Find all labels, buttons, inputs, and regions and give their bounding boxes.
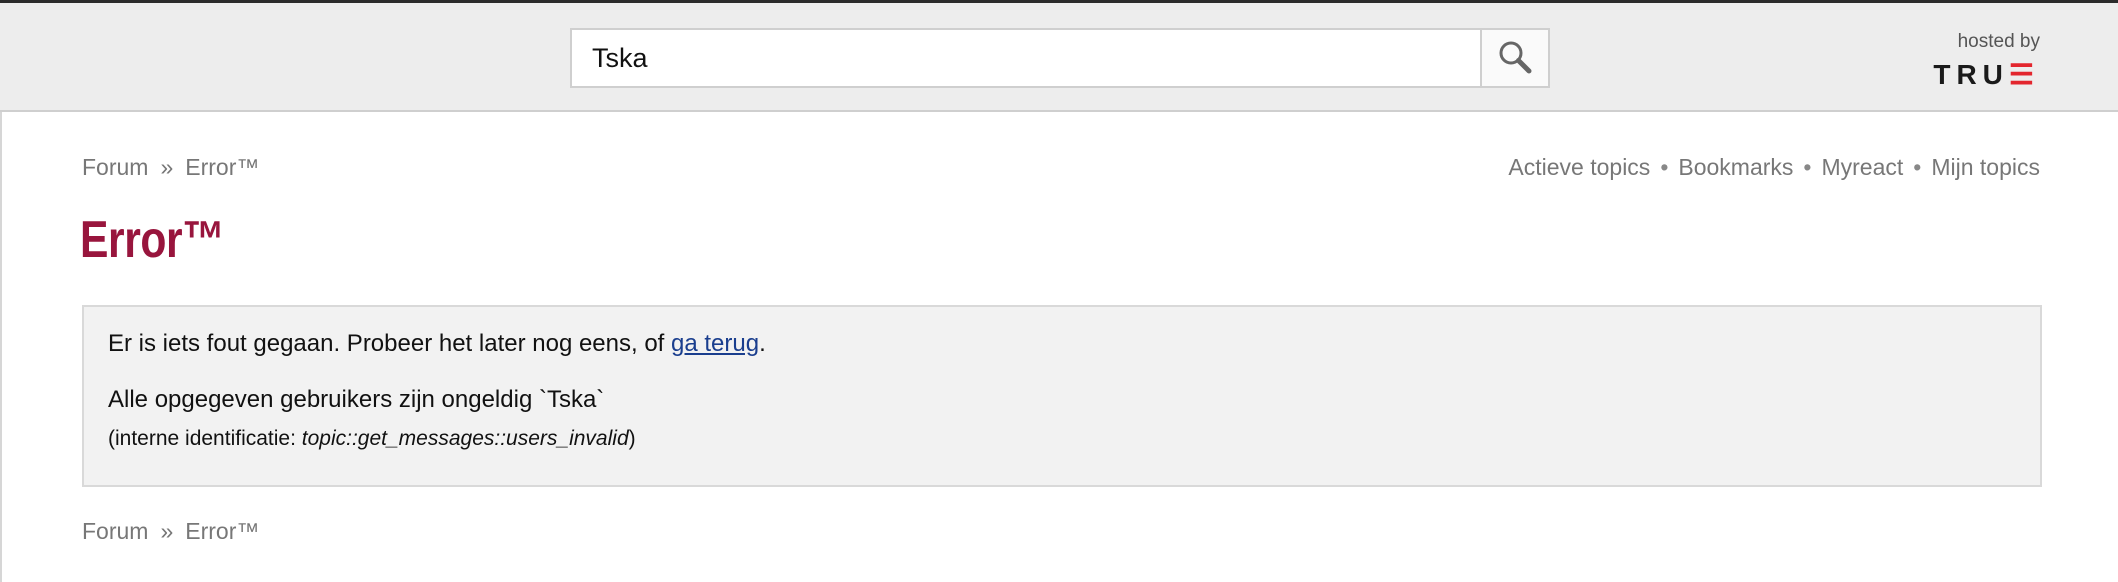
error-message-box: Er is iets fout gegaan. Probeer het late…: [82, 305, 2042, 487]
search-form: [570, 28, 1550, 88]
top-bar: hosted by TRU☰: [0, 0, 2118, 112]
true-logo-text: TRU: [1933, 59, 2009, 90]
breadcrumb-separator: »: [160, 154, 174, 180]
search-icon: [1498, 40, 1532, 77]
link-myreact[interactable]: Myreact: [1821, 154, 1903, 180]
breadcrumb-forum-link[interactable]: Forum: [82, 154, 148, 180]
breadcrumb-forum-link[interactable]: Forum: [82, 518, 148, 544]
error-message-text: Er is iets fout gegaan. Probeer het late…: [108, 330, 672, 357]
search-input[interactable]: [572, 30, 1480, 86]
link-mijn-topics[interactable]: Mijn topics: [1931, 154, 2040, 180]
hosted-by: hosted by TRU☰: [1933, 31, 2040, 89]
breadcrumb-current-link[interactable]: Error™: [185, 518, 259, 544]
link-separator: •: [1803, 154, 1812, 180]
error-identifier: (interne identificatie: topic::get_messa…: [108, 423, 2016, 455]
link-separator: •: [1913, 154, 1922, 180]
error-id-prefix: (interne identificatie:: [108, 427, 302, 450]
error-id-value: topic::get_messages::users_invalid: [301, 427, 629, 450]
error-detail: Alle opgegeven gebruikers zijn ongeldig …: [108, 386, 605, 413]
error-id-suffix: ): [628, 427, 636, 450]
true-logo-mark: ☰: [2008, 59, 2040, 90]
page-title: Error™: [80, 211, 225, 269]
breadcrumb: Forum » Error™: [82, 154, 259, 181]
hosted-by-label: hosted by: [1957, 31, 2040, 52]
go-back-link[interactable]: ga terug: [671, 330, 759, 357]
link-bookmarks[interactable]: Bookmarks: [1678, 154, 1793, 180]
breadcrumb-bottom: Forum » Error™: [82, 518, 259, 545]
true-logo[interactable]: TRU☰: [1933, 61, 2040, 89]
link-actieve-topics[interactable]: Actieve topics: [1508, 154, 1650, 180]
breadcrumb-current-link[interactable]: Error™: [185, 154, 259, 180]
search-button[interactable]: [1480, 30, 1548, 86]
main-content: Forum » Error™ Actieve topics • Bookmarks • My…: [0, 112, 2118, 582]
breadcrumb-separator: »: [160, 518, 174, 544]
error-message-end: .: [759, 330, 766, 357]
link-separator: •: [1660, 154, 1669, 180]
top-links: Actieve topics • Bookmarks • Myreact • Mijn to…: [1508, 154, 2040, 181]
error-message: Er is iets fout gegaan. Probeer het late…: [108, 327, 2016, 361]
